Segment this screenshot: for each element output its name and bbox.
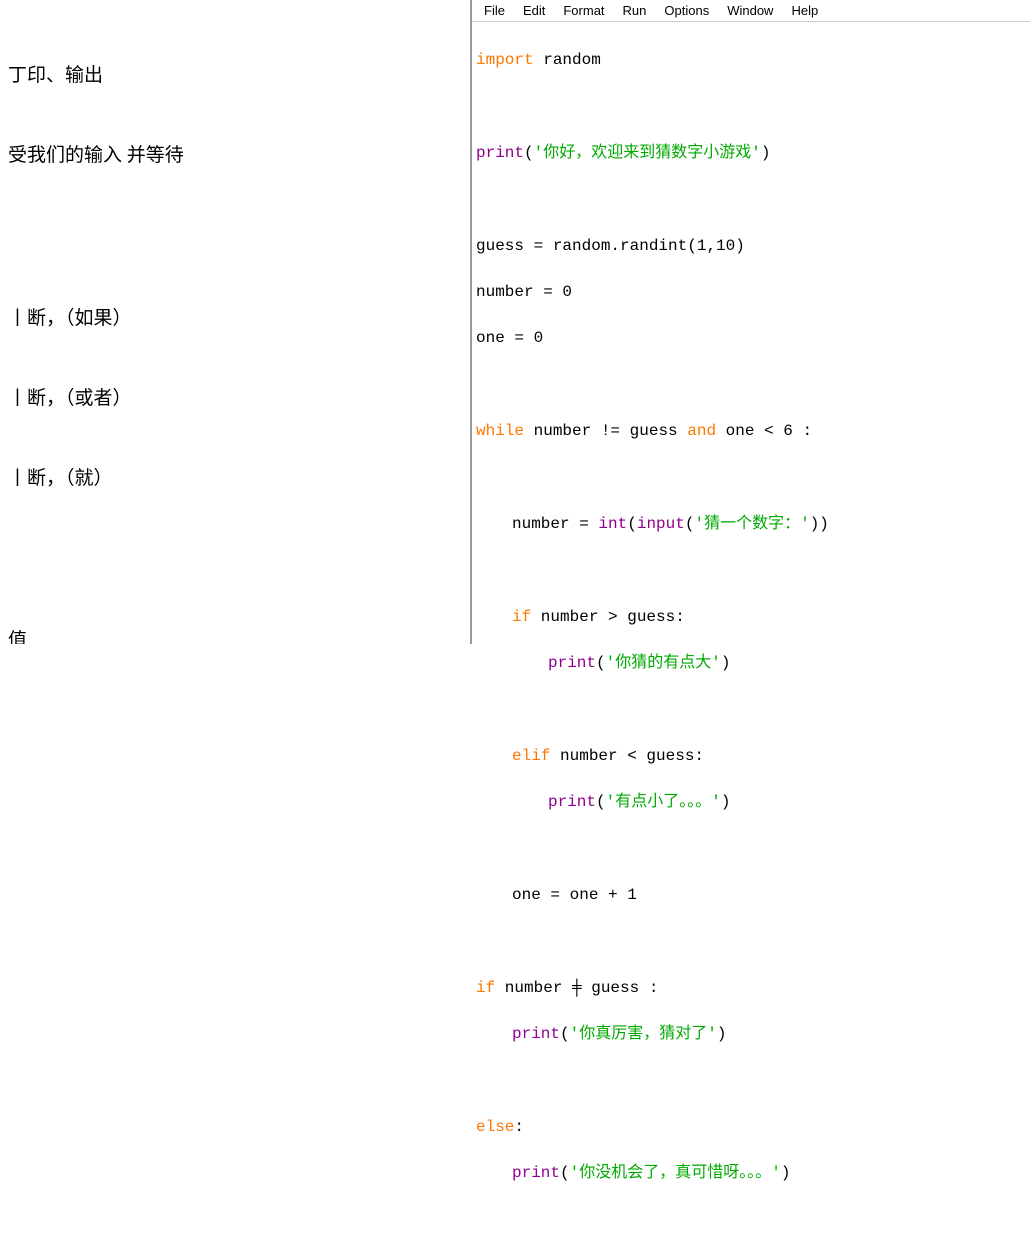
note-line: 丨断，（如果） bbox=[8, 306, 462, 333]
menu-window[interactable]: Window bbox=[721, 2, 779, 19]
code-line: number = 0 bbox=[476, 281, 1026, 304]
code-line: else: bbox=[476, 1116, 1026, 1139]
code-line: one = one + 1 bbox=[476, 884, 1026, 907]
menu-options[interactable]: Options bbox=[658, 2, 715, 19]
menu-run[interactable]: Run bbox=[617, 2, 653, 19]
note-line: 丁印、输出 bbox=[8, 63, 462, 90]
menu-help[interactable]: Help bbox=[785, 2, 824, 19]
code-line: one = 0 bbox=[476, 327, 1026, 350]
code-line: while number != guess and one < 6 : bbox=[476, 420, 1026, 443]
note-line: 受我们的输入 并等待 bbox=[8, 143, 462, 170]
menu-bar: File Edit Format Run Options Window Help bbox=[472, 0, 1030, 22]
code-line: elif number < guess: bbox=[476, 745, 1026, 768]
note-line: 值 bbox=[8, 628, 462, 644]
code-line: guess = random.randint(1,10) bbox=[476, 235, 1026, 258]
code-line: print('有点小了。。。') bbox=[476, 791, 1026, 814]
menu-edit[interactable]: Edit bbox=[517, 2, 551, 19]
code-line: print('你真厉害，猜对了') bbox=[476, 1023, 1026, 1046]
editor-pane: File Edit Format Run Options Window Help… bbox=[472, 0, 1030, 644]
note-line: 丨断，（或者） bbox=[8, 386, 462, 413]
menu-file[interactable]: File bbox=[478, 2, 511, 19]
code-line: number = int(input('猜一个数字：')) bbox=[476, 513, 1026, 536]
code-line: if number > guess: bbox=[476, 606, 1026, 629]
code-line: print('你好，欢迎来到猜数字小游戏') bbox=[476, 142, 1026, 165]
code-line: if number ╪ guess : bbox=[476, 977, 1026, 1000]
code-line: print('你猜的有点大') bbox=[476, 652, 1026, 675]
code-line: print('你没机会了，真可惜呀。。。') bbox=[476, 1162, 1026, 1185]
code-editor[interactable]: import random print('你好，欢迎来到猜数字小游戏') gue… bbox=[472, 22, 1030, 1236]
note-line: 丨断，（就） bbox=[8, 466, 462, 493]
code-line: import random bbox=[476, 49, 1026, 72]
menu-format[interactable]: Format bbox=[557, 2, 610, 19]
notes-pane: 丁印、输出 受我们的输入 并等待 丨断，（如果） 丨断，（或者） 丨断，（就） … bbox=[0, 0, 470, 644]
